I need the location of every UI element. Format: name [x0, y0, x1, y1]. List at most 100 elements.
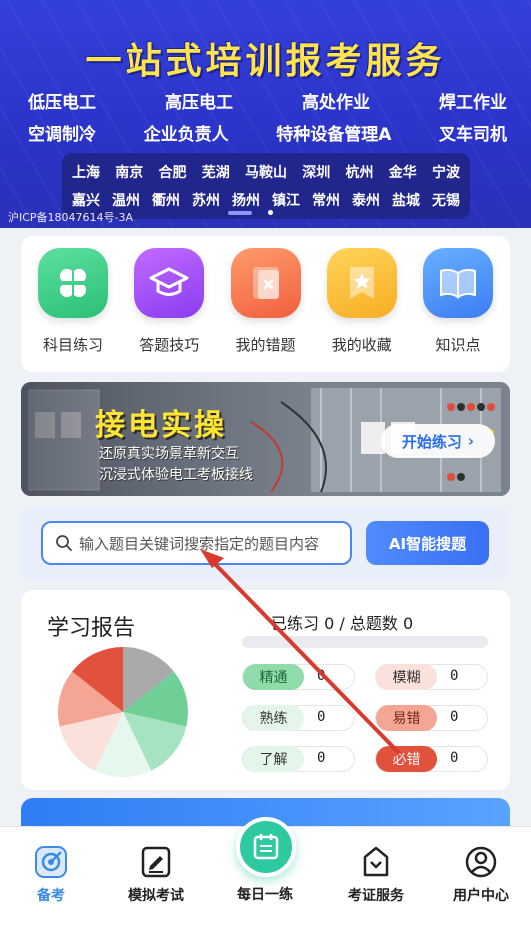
city-label: 马鞍山 [245, 165, 287, 181]
stat-value: 0 [450, 668, 459, 684]
error-book-icon [230, 248, 301, 318]
calendar-list-icon [253, 834, 279, 860]
search-icon [56, 535, 72, 551]
chevron-right-icon: › [467, 432, 475, 450]
nav-item-certificate-service[interactable]: 考证服务 [331, 845, 421, 905]
hero-banner[interactable]: 一站式培训报考服务 低压电工 高压电工 高处作业 焊工作业 空调制冷 企业负责人… [0, 0, 531, 228]
city-label: 常州 [312, 193, 340, 209]
menu-label: 我的错题 [235, 336, 296, 354]
service-label: 叉车司机 [439, 125, 507, 145]
menu-label: 我的收藏 [331, 336, 392, 354]
menu-label: 知识点 [435, 336, 481, 354]
nav-label: 备考 [37, 888, 65, 904]
practice-progress-bar [242, 636, 488, 648]
stat-label: 必错 [376, 746, 437, 772]
practiced-count: 0 [324, 614, 335, 633]
certificate-icon [363, 846, 389, 877]
service-label: 高压电工 [165, 93, 233, 113]
service-label: 特种设备管理A [276, 125, 392, 145]
report-pie-chart [58, 647, 188, 777]
stat-value: 0 [450, 709, 459, 725]
nav-label: 用户中心 [453, 888, 509, 904]
nav-label: 模拟考试 [128, 888, 184, 904]
feature-menu: 科目练习 答题技巧 我的错题 我的收藏 知识点 [21, 236, 510, 372]
stat-always-wrong[interactable]: 必错 0 [375, 746, 488, 772]
city-label: 深圳 [302, 165, 331, 181]
start-practice-label: 开始练习 [401, 432, 462, 451]
report-title: 学习报告 [42, 610, 140, 642]
daily-practice-label: 每日一练 [237, 887, 293, 903]
stat-label: 易错 [376, 705, 437, 731]
open-book-icon [423, 248, 493, 318]
nav-item-mock-exam[interactable]: 模拟考试 [111, 845, 201, 905]
nav-item-prepare[interactable]: 备考 [6, 845, 96, 905]
carousel-indicator[interactable] [228, 210, 273, 215]
search-placeholder: 输入题目关键词搜索指定的题目内容 [79, 534, 320, 553]
carousel-dot[interactable] [268, 210, 273, 215]
search-input[interactable]: 输入题目关键词搜索指定的题目内容 [41, 521, 352, 565]
city-label: 苏州 [192, 193, 220, 209]
service-row-1: 低压电工 高压电工 高处作业 焊工作业 [28, 88, 507, 113]
nav-label: 考证服务 [348, 888, 404, 904]
practiced-label: 已练习 [271, 614, 320, 633]
city-label: 南京 [115, 165, 144, 181]
city-label: 上海 [72, 165, 100, 181]
service-label: 企业负责人 [143, 125, 229, 145]
carousel-dot-active[interactable] [228, 210, 252, 215]
practice-subtitle-1: 还原真实场景革新交互 [99, 446, 239, 462]
hero-title: 一站式培训报考服务 [85, 41, 446, 82]
pie-slices [58, 647, 188, 777]
stat-value: 0 [317, 750, 326, 766]
stat-label: 了解 [243, 746, 304, 772]
stat-label: 熟练 [243, 705, 304, 731]
summary-separator: / [339, 614, 345, 633]
start-practice-button[interactable]: 开始练习 › [381, 424, 495, 458]
wiring-practice-banner[interactable]: 接电实操 还原真实场景革新交互 沉浸式体验电工考板接线 开始练习 › [21, 382, 510, 496]
stat-proficient[interactable]: 熟练 0 [242, 705, 355, 731]
menu-label: 答题技巧 [139, 336, 200, 354]
stat-mastered[interactable]: 精通 0 [242, 664, 355, 690]
daily-practice-button[interactable] [236, 817, 296, 877]
icp-license: 沪ICP备18047614号-3A [8, 211, 134, 224]
city-label: 杭州 [345, 165, 374, 181]
target-icon [35, 846, 67, 878]
city-label: 无锡 [432, 193, 460, 209]
city-label: 宁波 [432, 165, 460, 181]
service-label: 高处作业 [302, 93, 370, 113]
stat-value: 0 [317, 709, 326, 725]
city-label: 镇江 [272, 193, 300, 209]
total-count: 0 [402, 614, 414, 633]
practice-summary: 已练习 0 / 总题数 0 [271, 610, 413, 634]
city-row-1: 上海 南京 合肥 芜湖 马鞍山 深圳 杭州 金华 宁波 [72, 159, 460, 187]
stat-value: 0 [450, 750, 459, 766]
total-label: 总题数 [349, 614, 398, 633]
menu-item-subject-practice[interactable]: 科目练习 [25, 236, 121, 372]
service-row-2: 空调制冷 企业负责人 特种设备管理A 叉车司机 [28, 120, 507, 145]
menu-item-my-favorites[interactable]: 我的收藏 [314, 236, 410, 372]
menu-item-knowledge-points[interactable]: 知识点 [410, 236, 506, 372]
city-label: 泰州 [352, 193, 380, 209]
menu-item-answer-tips[interactable]: 答题技巧 [121, 236, 217, 372]
graduation-cap-icon [134, 248, 205, 318]
stat-understood[interactable]: 了解 0 [242, 746, 355, 772]
practice-title: 接电实操 [95, 408, 227, 443]
search-panel: 输入题目关键词搜索指定的题目内容 AI智能搜题 [21, 506, 510, 580]
star-bookmark-icon [326, 248, 397, 318]
stat-label: 模糊 [376, 664, 437, 690]
user-icon [465, 846, 497, 878]
practice-subtitle-2: 沉浸式体验电工考板接线 [99, 467, 253, 483]
city-label: 盐城 [392, 193, 420, 209]
service-label: 焊工作业 [439, 93, 507, 113]
stat-error-prone[interactable]: 易错 0 [375, 705, 488, 731]
stat-value: 0 [317, 668, 326, 684]
menu-item-wrong-questions[interactable]: 我的错题 [218, 236, 314, 372]
study-report: 学习报告 已练习 0 / 总题数 0 精通 0 模糊 0 熟练 0 易错 0 了… [21, 590, 510, 790]
stat-vague[interactable]: 模糊 0 [375, 664, 488, 690]
city-label: 衢州 [152, 193, 180, 209]
ai-search-button[interactable]: AI智能搜题 [366, 521, 489, 565]
pen-paper-icon [141, 846, 171, 878]
stat-label: 精通 [243, 664, 304, 690]
clover-icon [38, 248, 108, 318]
city-label: 合肥 [158, 165, 187, 181]
nav-item-user-center[interactable]: 用户中心 [436, 845, 526, 905]
